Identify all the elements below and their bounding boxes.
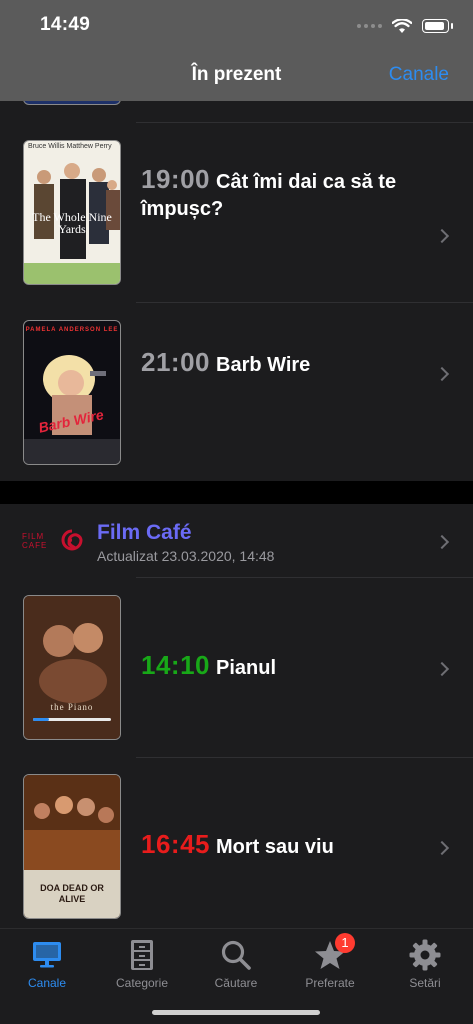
show-info: 16:45 Mort sau viu — [141, 815, 418, 877]
poster-title: the Piano — [50, 702, 94, 712]
chevron-right-icon — [434, 228, 450, 244]
favorites-badge: 1 — [335, 933, 355, 953]
poster-title: DOA DEAD OR ALIVE — [40, 883, 104, 904]
tab-bar: Canale Categorie Căutare 1 Preferate Set… — [0, 928, 473, 1024]
schedule-row[interactable]: PAMELA ANDERSON LEE Barb Wire 21:00 Barb … — [0, 303, 473, 481]
tv-icon — [33, 942, 61, 968]
chevron-right-icon — [434, 534, 450, 550]
tab-label: Canale — [27, 976, 67, 990]
schedule-row[interactable]: DOA DEAD OR ALIVE 16:45 Mort sau viu — [0, 758, 473, 928]
poster-image: Bruce Willis Matthew Perry The Whole Nin… — [23, 140, 121, 285]
channel-logo: FILM CAFE — [22, 528, 84, 554]
channel-section: Bruce Willis Matthew Perry The Whole Nin… — [0, 101, 473, 481]
channel-logo-text: FILM CAFE — [22, 532, 48, 550]
tab-label: Setări — [409, 976, 441, 990]
chevron-right-icon — [434, 366, 450, 382]
poster-title: The Whole Nine Yards — [32, 210, 112, 236]
progress-fill — [33, 718, 49, 721]
tab-setari[interactable]: Setări — [378, 935, 472, 995]
schedule-list[interactable]: Bruce Willis Matthew Perry The Whole Nin… — [0, 101, 473, 928]
channel-section: FILM CAFE Film Café Actualizat 23.03.202… — [0, 504, 473, 928]
search-icon — [221, 940, 251, 970]
poster-image: the Piano — [23, 595, 121, 740]
show-title: Barb Wire — [216, 354, 311, 376]
poster-image: DOA DEAD OR ALIVE — [23, 774, 121, 919]
battery-icon — [422, 19, 453, 33]
show-info: 19:00 Cât îmi dai ca să te împușc? — [141, 163, 418, 225]
cabinet-icon — [131, 940, 153, 970]
poster-image: PAMELA ANDERSON LEE Barb Wire — [23, 320, 121, 465]
gear-icon — [409, 939, 441, 971]
channels-button[interactable]: Canale — [389, 64, 449, 86]
schedule-row[interactable]: Bruce Willis Matthew Perry The Whole Nin… — [0, 123, 473, 302]
signal-icon — [357, 24, 382, 28]
tab-label: Categorie — [115, 976, 169, 990]
show-info: 14:10 Pianul — [141, 636, 418, 698]
chevron-right-icon — [434, 840, 450, 856]
tab-label: Preferate — [305, 976, 355, 990]
home-indicator — [152, 1010, 320, 1015]
tab-preferate[interactable]: 1 Preferate — [283, 933, 377, 995]
channel-header[interactable]: FILM CAFE Film Café Actualizat 23.03.202… — [0, 504, 473, 577]
channel-name: Film Café — [97, 521, 192, 544]
screen: 14:49 În prezent Canale Bruce Willis Mat… — [0, 0, 473, 1024]
progress-bar — [33, 718, 111, 721]
show-time: 16:45 — [141, 829, 210, 859]
show-time: 21:00 — [141, 347, 210, 377]
tab-categorie[interactable]: Categorie — [95, 935, 189, 995]
chevron-right-icon — [434, 661, 450, 677]
tab-canale[interactable]: Canale — [0, 935, 94, 995]
tab-cautare[interactable]: Căutare — [189, 935, 283, 995]
wifi-icon — [392, 18, 412, 33]
channel-updated: Actualizat 23.03.2020, 14:48 — [97, 548, 275, 564]
navigation-bar: 14:49 În prezent Canale — [0, 0, 473, 101]
show-time: 19:00 — [141, 163, 210, 194]
show-title: Mort sau viu — [216, 836, 334, 858]
show-title: Pianul — [216, 657, 277, 679]
poster-figures — [24, 355, 120, 464]
schedule-row[interactable]: the Piano 14:10 Pianul — [0, 578, 473, 757]
tab-label: Căutare — [214, 976, 258, 990]
status-icons — [357, 16, 453, 36]
swirl-icon — [61, 529, 83, 551]
poster-image — [23, 101, 121, 105]
show-info: 21:00 Barb Wire — [141, 333, 418, 395]
status-time: 14:49 — [40, 14, 91, 35]
show-time: 14:10 — [141, 650, 210, 680]
